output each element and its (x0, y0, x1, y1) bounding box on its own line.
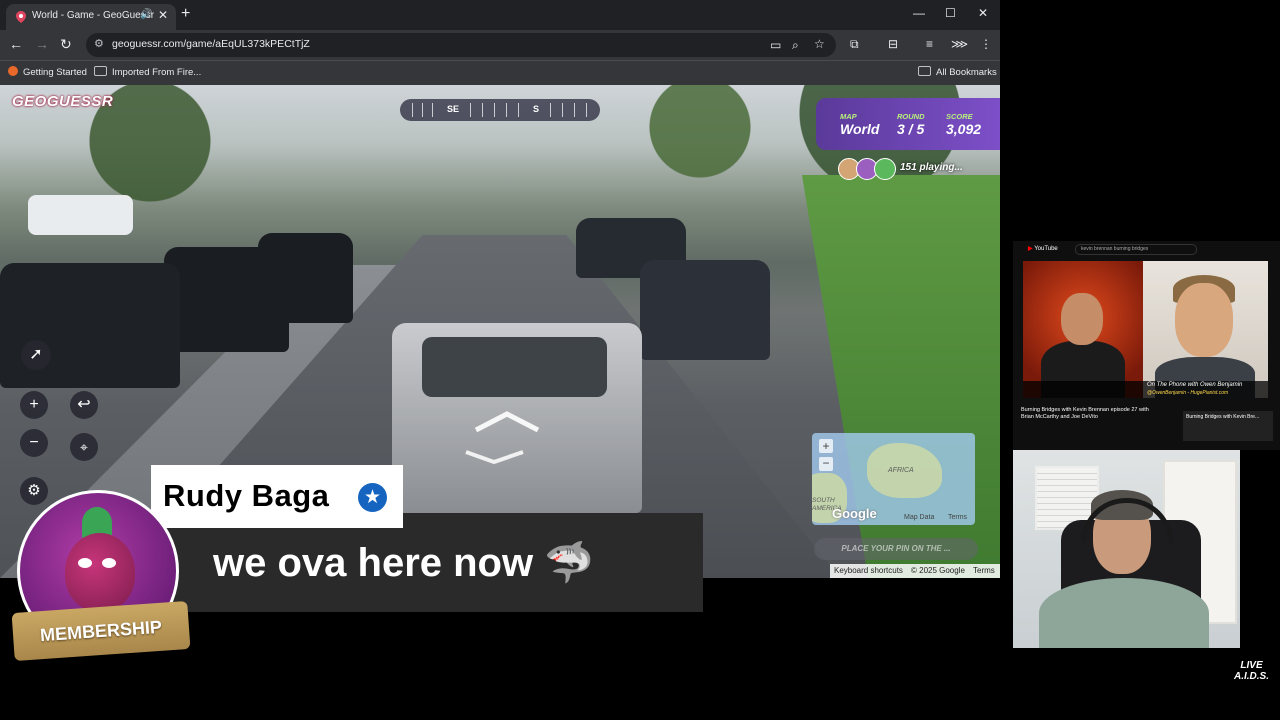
map-zoom-out-button[interactable]: − (819, 457, 833, 471)
forward-arrow-icon[interactable]: → (35, 36, 49, 52)
verified-star-icon: ★ (358, 483, 387, 512)
keyboard-shortcuts-link[interactable]: Keyboard shortcuts (834, 566, 903, 575)
video-title[interactable]: Burning Bridges with Kevin Brennan episo… (1021, 407, 1161, 421)
all-bookmarks[interactable]: All Bookmarks (918, 66, 997, 78)
video-caption-sub: @OwenBenjamin - HugePianist.com (1147, 390, 1229, 396)
map-terms-link[interactable]: Terms (948, 514, 967, 521)
return-to-start-icon[interactable]: ⌖ (70, 433, 98, 461)
avatar-eye (102, 558, 116, 568)
youtube-window: ▶ YouTube kevin brennan burning bridges … (1013, 241, 1280, 450)
guess-minimap[interactable]: + − AFRICA SOUTH AMERICA Google Map Data… (812, 433, 975, 525)
menu-icon[interactable]: ⋮ (980, 37, 992, 51)
dark-car (640, 260, 770, 360)
streetview-panorama[interactable]: GEOGUESSR SE S MAP World ROUND 3 / 5 SCO… (0, 85, 1000, 578)
browser-window: World - Game - GeoGuessr 🔊 ✕ + — ☐ ✕ ← →… (0, 0, 1000, 578)
close-window-button[interactable]: ✕ (978, 6, 988, 20)
guest-face (1175, 283, 1233, 357)
settings-gear-icon[interactable]: ⚙ (20, 477, 48, 505)
maximize-button[interactable]: ☐ (945, 6, 956, 20)
round-label: ROUND (897, 112, 925, 121)
geoguessr-logo[interactable]: GEOGUESSR (12, 93, 113, 110)
avatar-eye (78, 558, 92, 568)
media-icon[interactable]: ⋙ (951, 37, 968, 51)
address-bar[interactable]: ⚙ geoguessr.com/game/aEqUL373kPECtTjZ ▭ … (86, 33, 836, 57)
game-status-panel: MAP World ROUND 3 / 5 SCORE 3,092 (816, 98, 1000, 150)
podcast-studio-frame (1023, 261, 1143, 398)
firefox-icon (8, 66, 18, 76)
recommended-title: Burning Bridges with Kevin Bre... (1186, 414, 1260, 420)
zoom-in-button[interactable]: + (20, 391, 48, 419)
reload-icon[interactable]: ↻ (60, 36, 72, 53)
recommended-video[interactable]: Burning Bridges with Kevin Bre... (1183, 411, 1273, 441)
bookmark-star-icon[interactable]: ☆ (814, 37, 825, 51)
streamer-body (1039, 578, 1209, 648)
score-value: 3,092 (946, 121, 982, 137)
url-text: geoguessr.com/game/aEqUL373kPECtTjZ (112, 38, 310, 50)
move-arrow-icon[interactable] (472, 410, 542, 434)
guess-button[interactable]: PLACE YOUR PIN ON THE ... (814, 538, 978, 560)
host-figure (1061, 293, 1103, 345)
round-value: 3 / 5 (897, 121, 925, 137)
extensions-icon[interactable]: ⧉ (850, 37, 859, 52)
chat-username-card: Rudy Baga ★ (151, 465, 403, 528)
minimize-button[interactable]: — (913, 6, 925, 20)
map-label: MAP (840, 112, 857, 121)
attribution-bar: Keyboard shortcuts © 2025 Google Terms (830, 564, 1000, 578)
youtube-search-input[interactable]: kevin brennan burning bridges (1075, 244, 1197, 255)
webcam-feed (1013, 450, 1240, 648)
chat-message: we ova here now 🦈 (213, 541, 595, 585)
player-avatar (874, 158, 896, 180)
copyright-text: © 2025 Google (911, 566, 965, 575)
cast-icon[interactable]: ▭ (770, 38, 781, 52)
compass-label-se: SE (447, 104, 460, 114)
new-tab-button[interactable]: + (181, 5, 190, 23)
speaker-icon[interactable]: 🔊 (140, 9, 152, 20)
folder-icon (918, 66, 931, 76)
zoom-icon[interactable]: ⌕ (792, 38, 799, 53)
tab-search-icon[interactable]: ⊟ (888, 37, 898, 51)
map-data-link[interactable]: Map Data (904, 514, 934, 521)
back-arrow-icon[interactable]: ← (9, 36, 23, 52)
map-value: World (840, 121, 880, 137)
folder-icon (94, 66, 107, 76)
move-arrow-icon[interactable] (462, 448, 527, 466)
parked-taxi (164, 247, 289, 352)
youtube-logo[interactable]: ▶ YouTube (1028, 245, 1058, 252)
browser-toolbar: ← → ↻ ⚙ geoguessr.com/game/aEqUL373kPECt… (0, 30, 1000, 60)
compass-label-s: S (533, 104, 540, 114)
undo-button[interactable]: ↩ (70, 391, 98, 419)
zoom-out-button[interactable]: − (20, 429, 48, 457)
avatar-beet (65, 533, 135, 611)
map-zoom-in-button[interactable]: + (819, 439, 833, 453)
chat-username: Rudy Baga (163, 478, 330, 513)
youtube-video-player[interactable]: On The Phone with Owen Benjamin @OwenBen… (1023, 261, 1268, 398)
map-label-africa: AFRICA (888, 467, 914, 474)
google-logo: Google (832, 506, 877, 521)
score-label: SCORE (946, 112, 973, 121)
site-info-icon[interactable]: ⚙ (94, 37, 104, 50)
bookmarks-bar: Getting Started Imported From Fire... Al… (0, 60, 1000, 85)
compass-needle-icon[interactable]: ➚ (21, 340, 51, 370)
bookmark-imported-folder[interactable]: Imported From Fire... (94, 66, 201, 78)
reading-list-icon[interactable]: ≡ (926, 37, 933, 51)
live-aids-logo: LIVE A.I.D.S. (1234, 660, 1270, 682)
windshield (422, 337, 607, 397)
parked-taxi (0, 263, 180, 388)
video-caption-bar: On The Phone with Owen Benjamin @OwenBen… (1023, 381, 1268, 398)
video-caption: On The Phone with Owen Benjamin (1147, 382, 1243, 388)
tab-strip: World - Game - GeoGuessr 🔊 ✕ + — ☐ ✕ (0, 0, 1000, 30)
players-count: 151 playing... (900, 162, 963, 173)
tab-geoguessr[interactable]: World - Game - GeoGuessr 🔊 ✕ (6, 4, 176, 30)
compass-bar: SE S (400, 99, 600, 121)
guest-photo (1143, 261, 1268, 398)
terms-link[interactable]: Terms (973, 566, 995, 575)
tab-close-icon[interactable]: ✕ (158, 8, 168, 22)
tab-title: World - Game - GeoGuessr (32, 10, 155, 21)
bookmark-getting-started[interactable]: Getting Started (8, 66, 87, 78)
youtube-header: ▶ YouTube kevin brennan burning bridges (1013, 241, 1280, 257)
players-indicator: 151 playing... (836, 157, 970, 180)
white-van (28, 195, 133, 235)
geoguessr-favicon-icon (16, 11, 26, 23)
